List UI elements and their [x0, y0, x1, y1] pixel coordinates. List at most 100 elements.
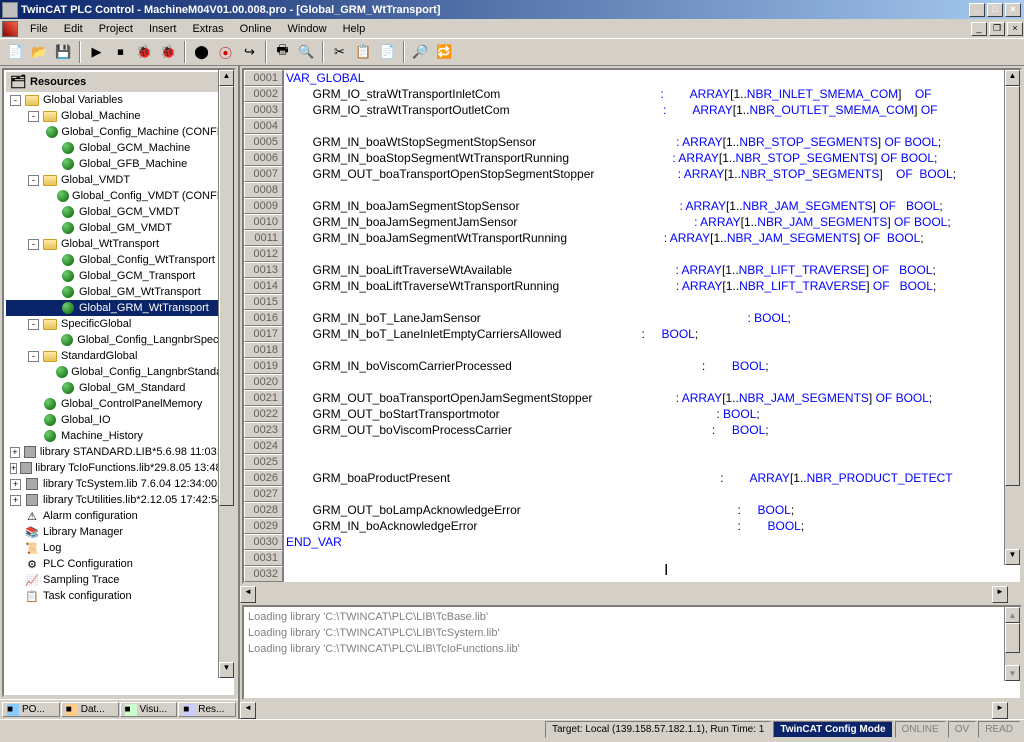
code-line[interactable]: GRM_IO_straWtTransportOutletCom : ARRAY[…: [286, 102, 1020, 118]
code-line[interactable]: GRM_IN_boaStopSegmentWtTransportRunning …: [286, 150, 1020, 166]
tree-node[interactable]: Global_Config_WtTransport: [6, 252, 232, 268]
code-editor[interactable]: 0001000200030004000500060007000800090010…: [242, 68, 1022, 584]
menu-insert[interactable]: Insert: [141, 21, 185, 37]
tree-node[interactable]: Global_Config_LangnbrSpecific: [6, 332, 232, 348]
tree-vscrollbar[interactable]: ▲ ▼: [218, 70, 234, 678]
mdi-close-button[interactable]: ×: [1007, 22, 1023, 36]
search-button[interactable]: 🔎: [409, 41, 432, 63]
editor-vscrollbar[interactable]: ▲ ▼: [1004, 70, 1020, 565]
tree-node[interactable]: Global_GM_Standard: [6, 380, 232, 396]
msg-vscrollbar[interactable]: ▲▼: [1004, 607, 1020, 681]
tree-node[interactable]: +library TcSystem.lib 7.6.04 12:34:00: [6, 476, 232, 492]
tree-node[interactable]: Global_GFB_Machine: [6, 156, 232, 172]
tree-node[interactable]: -Global_WtTransport: [6, 236, 232, 252]
code-line[interactable]: [286, 438, 1020, 454]
tree-node[interactable]: 📜Log: [6, 540, 232, 556]
stop-button[interactable]: ⏹: [109, 41, 132, 63]
expander-icon[interactable]: +: [10, 479, 21, 490]
tab-resources[interactable]: ■Res...: [178, 702, 236, 717]
tree-node[interactable]: -Global_Machine: [6, 108, 232, 124]
step-in-button[interactable]: ↪: [238, 41, 261, 63]
replace-button[interactable]: 🔁: [433, 41, 456, 63]
tree-node[interactable]: Global_GM_WtTransport: [6, 284, 232, 300]
tree-node[interactable]: Global_Config_Machine (CONFIG): [6, 124, 232, 140]
menu-edit[interactable]: Edit: [56, 21, 91, 37]
tree-node[interactable]: -StandardGlobal: [6, 348, 232, 364]
code-line[interactable]: GRM_OUT_boStartTransportmotor : BOOL;: [286, 406, 1020, 422]
tree-node[interactable]: Global_GCM_Machine: [6, 140, 232, 156]
editor-hscrollbar[interactable]: ◄ ►: [240, 586, 1024, 603]
expander-icon[interactable]: -: [28, 351, 39, 362]
code-line[interactable]: VAR_GLOBAL: [286, 70, 1020, 86]
expander-icon[interactable]: +: [10, 447, 20, 458]
expander-icon[interactable]: -: [28, 175, 39, 186]
code-line[interactable]: GRM_IN_boaJamSegmentStopSensor : ARRAY[1…: [286, 198, 1020, 214]
tree-node[interactable]: ⚙PLC Configuration: [6, 556, 232, 572]
paste-button[interactable]: 📄: [376, 41, 399, 63]
tab-visualizations[interactable]: ■Visu...: [120, 702, 178, 717]
expander-icon[interactable]: -: [28, 111, 39, 122]
code-line[interactable]: GRM_IN_boaJamSegmentJamSensor : ARRAY[1.…: [286, 214, 1020, 230]
tree-node[interactable]: +library STANDARD.LIB*5.6.98 11:03:02: [6, 444, 232, 460]
code-line[interactable]: [286, 118, 1020, 134]
breakpoint-button[interactable]: ⬤: [190, 41, 213, 63]
code-line[interactable]: [286, 246, 1020, 262]
tree-node[interactable]: Machine_History: [6, 428, 232, 444]
tree-node[interactable]: -Global_VMDT: [6, 172, 232, 188]
tab-datatypes[interactable]: ■Dat...: [61, 702, 119, 717]
tree-node[interactable]: Global_GCM_Transport: [6, 268, 232, 284]
code-line[interactable]: GRM_OUT_boViscomProcessCarrier : BOOL;: [286, 422, 1020, 438]
copy-button[interactable]: 📋: [352, 41, 375, 63]
menu-file[interactable]: File: [22, 21, 56, 37]
code-line[interactable]: [286, 454, 1020, 470]
code-line[interactable]: [286, 182, 1020, 198]
tree-header[interactable]: 🗂 Resources: [6, 72, 232, 92]
tree-node[interactable]: 📈Sampling Trace: [6, 572, 232, 588]
tree-node[interactable]: +library TcUtilities.lib*2.12.05 17:42:5…: [6, 492, 232, 508]
mdi-restore-button[interactable]: ❐: [989, 22, 1005, 36]
expander-icon[interactable]: +: [10, 495, 21, 506]
tree-node[interactable]: Global_Config_VMDT (CONFIG): [6, 188, 232, 204]
menu-help[interactable]: Help: [335, 21, 374, 37]
code-line[interactable]: GRM_IN_boT_LaneInletEmptyCarriersAllowed…: [286, 326, 1020, 342]
maximize-button[interactable]: □: [987, 3, 1003, 17]
expander-icon[interactable]: -: [28, 239, 39, 250]
tree-node[interactable]: Global_ControlPanelMemory: [6, 396, 232, 412]
open-button[interactable]: 📂: [28, 41, 51, 63]
tree-node[interactable]: Global_Config_LangnbrStandard: [6, 364, 232, 380]
mdi-minimize-button[interactable]: _: [971, 22, 987, 36]
menu-project[interactable]: Project: [91, 21, 141, 37]
code-line[interactable]: GRM_IN_boAcknowledgeError : BOOL;: [286, 518, 1020, 534]
tree-node[interactable]: -SpecificGlobal: [6, 316, 232, 332]
code-line[interactable]: GRM_boaProductPresent : ARRAY[1..NBR_PRO…: [286, 470, 1020, 486]
expander-icon[interactable]: -: [28, 319, 39, 330]
online-change-button[interactable]: 🐞: [133, 41, 156, 63]
code-body[interactable]: VAR_GLOBAL GRM_IO_straWtTransportInletCo…: [284, 70, 1020, 582]
code-line[interactable]: [286, 486, 1020, 502]
code-line[interactable]: GRM_IN_boT_LaneJamSensor : BOOL;: [286, 310, 1020, 326]
code-line[interactable]: GRM_OUT_boaTransportOpenJamSegmentStoppe…: [286, 390, 1020, 406]
code-line[interactable]: GRM_IN_boaLiftTraverseWtTransportRunning…: [286, 278, 1020, 294]
code-line[interactable]: [286, 374, 1020, 390]
tree-node[interactable]: -Global Variables: [6, 92, 232, 108]
code-line[interactable]: [286, 566, 1020, 582]
save-button[interactable]: 💾: [52, 41, 75, 63]
close-button[interactable]: ×: [1005, 3, 1021, 17]
tree-node[interactable]: 📋Task configuration: [6, 588, 232, 604]
minimize-button[interactable]: _: [969, 3, 985, 17]
tree-node[interactable]: 📚Library Manager: [6, 524, 232, 540]
single-cycle-button[interactable]: 🐞: [157, 41, 180, 63]
code-line[interactable]: GRM_IN_boaLiftTraverseWtAvailable : ARRA…: [286, 262, 1020, 278]
resource-tree[interactable]: 🗂 Resources -Global Variables-Global_Mac…: [2, 68, 236, 697]
menu-extras[interactable]: Extras: [184, 21, 231, 37]
menu-online[interactable]: Online: [232, 21, 280, 37]
expander-icon[interactable]: +: [10, 463, 17, 474]
code-line[interactable]: GRM_IN_boViscomCarrierProcessed : BOOL;: [286, 358, 1020, 374]
code-line[interactable]: [286, 342, 1020, 358]
code-line[interactable]: GRM_OUT_boLampAcknowledgeError : BOOL;: [286, 502, 1020, 518]
expander-icon[interactable]: -: [10, 95, 21, 106]
cut-button[interactable]: ✂: [328, 41, 351, 63]
code-line[interactable]: [286, 550, 1020, 566]
tab-pous[interactable]: ■PO...: [2, 702, 60, 717]
tree-node[interactable]: Global_GCM_VMDT: [6, 204, 232, 220]
